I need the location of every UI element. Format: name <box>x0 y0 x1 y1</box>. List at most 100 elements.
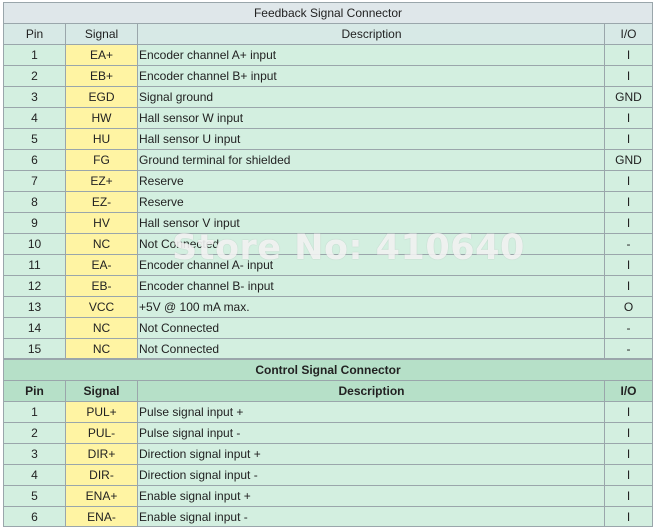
signal-cell: NC <box>65 317 137 338</box>
table-row: 6 ENA- Enable signal input -I <box>3 506 653 527</box>
feedback-header-row: Pin Signal Description I/O <box>3 23 653 44</box>
description-cell: Encoder channel A- input <box>137 254 604 275</box>
header-signal: Signal <box>65 380 137 401</box>
pin-cell: 4 <box>3 107 65 128</box>
description-cell: Not Connected <box>137 338 604 359</box>
pin-cell: 6 <box>3 149 65 170</box>
table-row: 3 DIR+ Direction signal input + I <box>3 443 653 464</box>
signal-cell: HW <box>65 107 137 128</box>
header-pin: Pin <box>3 23 65 44</box>
header-io: I/O <box>604 380 653 401</box>
io-cell: I <box>604 506 653 527</box>
table-row: 9 HV Hall sensor V input I <box>3 212 653 233</box>
description-cell: Pulse signal input + <box>137 401 604 422</box>
table-row: 15 NC Not Connected - <box>3 338 653 359</box>
signal-cell: PUL+ <box>65 401 137 422</box>
control-header-row: Pin Signal Description I/O <box>3 380 653 401</box>
table-row: 14 NC Not Connected - <box>3 317 653 338</box>
pin-cell: 3 <box>3 86 65 107</box>
signal-cell: VCC <box>65 296 137 317</box>
io-cell: I <box>604 275 653 296</box>
signal-cell: EB- <box>65 275 137 296</box>
feedback-title-row: Feedback Signal Connector <box>3 2 653 23</box>
table-row: 1 PUL+ Pulse signal input + I <box>3 401 653 422</box>
io-cell: - <box>604 233 653 254</box>
table-row: 1 EA+ Encoder channel A+ input I <box>3 44 653 65</box>
description-cell: Pulse signal input - <box>137 422 604 443</box>
table-row: 3 EGD Signal ground GND <box>3 86 653 107</box>
io-cell: GND <box>604 149 653 170</box>
io-cell: I <box>604 212 653 233</box>
description-cell: Ground terminal for shielded <box>137 149 604 170</box>
description-cell: Hall sensor U input <box>137 128 604 149</box>
io-cell: I <box>604 191 653 212</box>
table-row: 7 EZ+ Reserve I <box>3 170 653 191</box>
io-cell: I <box>604 485 653 506</box>
pin-cell: 6 <box>3 506 65 527</box>
io-cell: O <box>604 296 653 317</box>
io-cell: I <box>604 254 653 275</box>
table-row: 5 HU Hall sensor U input I <box>3 128 653 149</box>
header-description: Description <box>137 380 604 401</box>
pin-cell: 2 <box>3 422 65 443</box>
io-cell: I <box>604 170 653 191</box>
pin-cell: 7 <box>3 170 65 191</box>
signal-cell: DIR- <box>65 464 137 485</box>
pin-cell: 4 <box>3 464 65 485</box>
connector-table: Feedback Signal Connector Pin Signal Des… <box>3 2 653 527</box>
signal-cell: NC <box>65 338 137 359</box>
io-cell: I <box>604 422 653 443</box>
pin-cell: 1 <box>3 401 65 422</box>
header-pin: Pin <box>3 380 65 401</box>
table-row: 4 HW Hall sensor W input I <box>3 107 653 128</box>
table-row: 11 EA- Encoder channel A- input I <box>3 254 653 275</box>
signal-cell: EB+ <box>65 65 137 86</box>
pin-cell: 12 <box>3 275 65 296</box>
io-cell: I <box>604 443 653 464</box>
pin-cell: 5 <box>3 485 65 506</box>
description-cell: Not Connected <box>137 317 604 338</box>
signal-cell: EA+ <box>65 44 137 65</box>
io-cell: I <box>604 44 653 65</box>
signal-cell: HU <box>65 128 137 149</box>
table-row: 5 ENA+ Enable signal input + I <box>3 485 653 506</box>
pin-cell: 14 <box>3 317 65 338</box>
table-row: 4 DIR- Direction signal input -I <box>3 464 653 485</box>
feedback-section-title: Feedback Signal Connector <box>3 2 653 23</box>
pin-cell: 3 <box>3 443 65 464</box>
io-cell: - <box>604 338 653 359</box>
table-row: 12 EB- Encoder channel B- input I <box>3 275 653 296</box>
control-title-row: Control Signal Connector <box>3 359 653 380</box>
description-cell: Encoder channel A+ input <box>137 44 604 65</box>
io-cell: I <box>604 65 653 86</box>
pin-cell: 1 <box>3 44 65 65</box>
table-row: 13 VCC +5V @ 100 mA max. O <box>3 296 653 317</box>
signal-cell: NC <box>65 233 137 254</box>
io-cell: I <box>604 107 653 128</box>
signal-cell: EZ- <box>65 191 137 212</box>
signal-cell: EA- <box>65 254 137 275</box>
table-row: 2 EB+ Encoder channel B+ input I <box>3 65 653 86</box>
description-cell: Encoder channel B+ input <box>137 65 604 86</box>
pin-cell: 15 <box>3 338 65 359</box>
pin-cell: 9 <box>3 212 65 233</box>
signal-cell: PUL- <box>65 422 137 443</box>
table-row: 6 FG Ground terminal for shielded GND <box>3 149 653 170</box>
io-cell: - <box>604 317 653 338</box>
description-cell: Hall sensor W input <box>137 107 604 128</box>
pin-cell: 11 <box>3 254 65 275</box>
table-row: 2 PUL- Pulse signal input -I <box>3 422 653 443</box>
signal-cell: EZ+ <box>65 170 137 191</box>
io-cell: I <box>604 464 653 485</box>
io-cell: GND <box>604 86 653 107</box>
description-cell: Signal ground <box>137 86 604 107</box>
control-section-title: Control Signal Connector <box>3 359 653 380</box>
table-row: 10 NC Not Connected - <box>3 233 653 254</box>
header-io: I/O <box>604 23 653 44</box>
signal-cell: ENA+ <box>65 485 137 506</box>
description-cell: Not Connected <box>137 233 604 254</box>
description-cell: +5V @ 100 mA max. <box>137 296 604 317</box>
pin-cell: 2 <box>3 65 65 86</box>
signal-cell: EGD <box>65 86 137 107</box>
signal-cell: HV <box>65 212 137 233</box>
